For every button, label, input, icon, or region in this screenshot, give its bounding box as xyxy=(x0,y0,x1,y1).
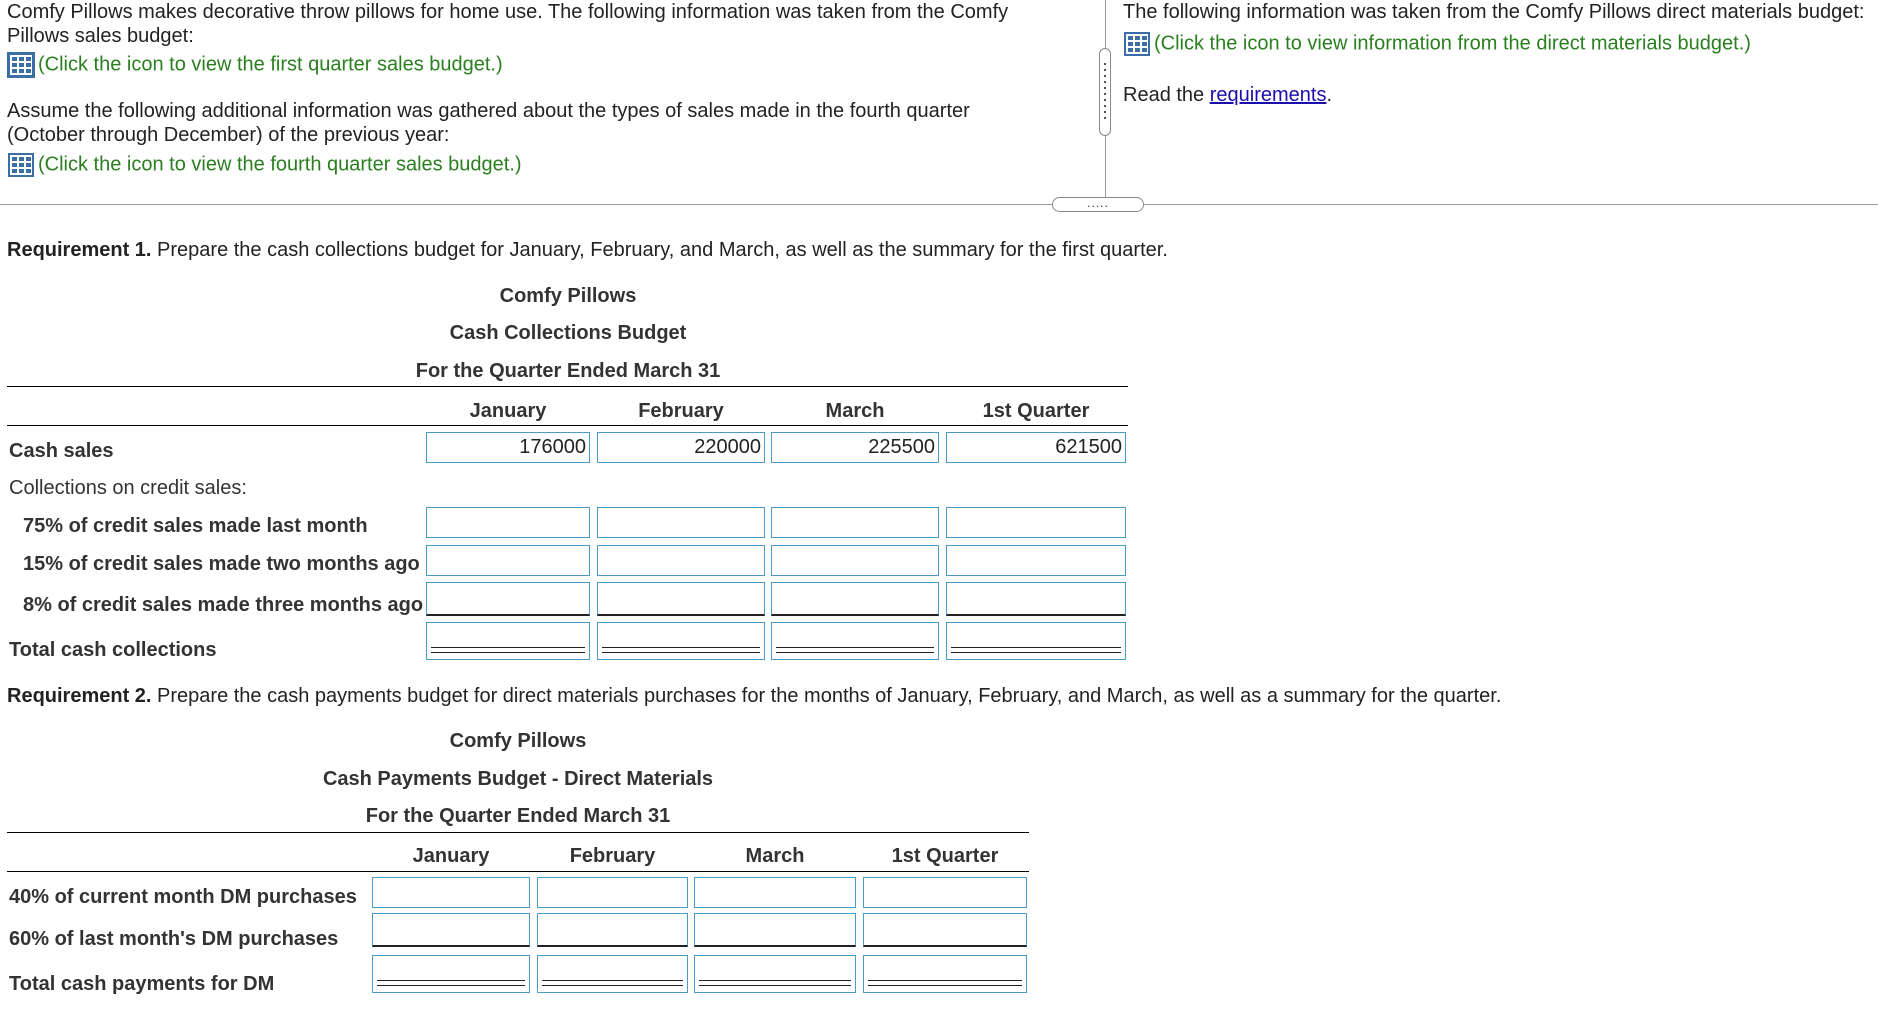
req1-company: Comfy Pillows xyxy=(499,285,637,307)
req1-col-february: February xyxy=(638,400,724,422)
total-dm-january-input[interactable] xyxy=(372,955,530,993)
req1-title: Cash Collections Budget xyxy=(449,322,687,344)
pct8-label: 8% of credit sales made three months ago xyxy=(23,594,424,616)
pct75-label: 75% of credit sales made last month xyxy=(23,515,368,537)
horizontal-divider xyxy=(0,204,1878,205)
req1-col-quarter: 1st Quarter xyxy=(982,400,1090,422)
pct75-march-input[interactable] xyxy=(771,507,939,538)
pct15-quarter-input[interactable] xyxy=(946,545,1126,576)
pct60-february-input[interactable] xyxy=(537,913,688,947)
pct40-quarter-input[interactable] xyxy=(863,877,1027,908)
req2-col-january: January xyxy=(412,845,490,867)
assume-text: Assume the following additional informat… xyxy=(7,100,970,146)
pct40-march-input[interactable] xyxy=(694,877,856,908)
pct60-label: 60% of last month's DM purchases xyxy=(9,928,339,950)
pct15-label: 15% of credit sales made two months ago xyxy=(23,553,420,575)
pct60-quarter-input[interactable] xyxy=(863,913,1027,947)
dm-budget-intro: The following information was taken from… xyxy=(1123,1,1865,23)
sales-budget-link[interactable]: (Click the icon to view the first quarte… xyxy=(7,52,503,78)
read-prefix: Read the xyxy=(1123,84,1210,106)
horizontal-splitter-handle[interactable]: ..... xyxy=(1052,197,1144,212)
cash-sales-quarter: 621500 xyxy=(946,432,1126,463)
pct8-march-input[interactable] xyxy=(771,582,939,616)
table-icon[interactable] xyxy=(8,153,34,177)
dm-budget-link[interactable]: (Click the icon to view information from… xyxy=(1124,32,1751,56)
req2-col-quarter: 1st Quarter xyxy=(891,845,999,867)
total-dm-march-input[interactable] xyxy=(694,955,856,993)
q4-budget-link[interactable]: (Click the icon to view the fourth quart… xyxy=(8,153,522,177)
dm-budget-link-text[interactable]: (Click the icon to view information from… xyxy=(1154,32,1751,54)
total-collections-march-input[interactable] xyxy=(771,622,939,660)
cash-sales-march: 225500 xyxy=(771,432,939,463)
req2-title: Cash Payments Budget - Direct Materials xyxy=(322,768,714,790)
pct15-march-input[interactable] xyxy=(771,545,939,576)
table-icon[interactable] xyxy=(1124,32,1150,56)
pct75-quarter-input[interactable] xyxy=(946,507,1126,538)
total-dm-february-input[interactable] xyxy=(537,955,688,993)
req1-col-january: January xyxy=(469,400,547,422)
req2-column-rule xyxy=(7,871,1029,872)
pct75-january-input[interactable] xyxy=(426,507,590,538)
sales-budget-intro: Comfy Pillows makes decorative throw pil… xyxy=(7,1,1009,47)
read-requirements: Read the requirements. xyxy=(1123,84,1332,107)
pct8-january-input[interactable] xyxy=(426,582,590,616)
collections-header: Collections on credit sales: xyxy=(9,477,247,499)
req2-header-rule xyxy=(7,832,1029,833)
table-icon[interactable] xyxy=(7,52,35,78)
requirements-link[interactable]: requirements xyxy=(1210,84,1327,106)
sales-budget-link-text[interactable]: (Click the icon to view the first quarte… xyxy=(38,53,503,75)
req1-period: For the Quarter Ended March 31 xyxy=(415,360,721,382)
pct15-january-input[interactable] xyxy=(426,545,590,576)
pct75-february-input[interactable] xyxy=(597,507,765,538)
cash-sales-january: 176000 xyxy=(426,432,590,463)
pct60-january-input[interactable] xyxy=(372,913,530,947)
total-collections-quarter-input[interactable] xyxy=(946,622,1126,660)
pct40-january-input[interactable] xyxy=(372,877,530,908)
req2-col-march: March xyxy=(745,845,805,867)
req1-column-rule xyxy=(7,425,1128,426)
total-dm-quarter-input[interactable] xyxy=(863,955,1027,993)
req1-header-rule xyxy=(7,386,1128,387)
total-dm-label: Total cash payments for DM xyxy=(9,973,275,995)
read-suffix: . xyxy=(1326,84,1333,106)
total-collections-label: Total cash collections xyxy=(9,639,217,661)
req2-instruction: Requirement 2. Prepare the cash payments… xyxy=(7,685,1501,708)
req2-col-february: February xyxy=(569,845,656,867)
req2-period: For the Quarter Ended March 31 xyxy=(365,805,671,827)
total-collections-february-input[interactable] xyxy=(597,622,765,660)
req1-col-march: March xyxy=(825,400,885,422)
pct40-february-input[interactable] xyxy=(537,877,688,908)
pct40-label: 40% of current month DM purchases xyxy=(9,886,357,908)
grip-dots-icon xyxy=(1104,63,1106,119)
pct8-february-input[interactable] xyxy=(597,582,765,616)
cash-sales-february: 220000 xyxy=(597,432,765,463)
pct8-quarter-input[interactable] xyxy=(946,582,1126,616)
req2-company: Comfy Pillows xyxy=(449,730,587,752)
pct60-march-input[interactable] xyxy=(694,913,856,947)
cash-sales-label: Cash sales xyxy=(9,440,114,462)
q4-budget-link-text[interactable]: (Click the icon to view the fourth quart… xyxy=(38,153,522,175)
vertical-splitter-handle[interactable] xyxy=(1099,48,1111,136)
req1-label: Requirement 1. xyxy=(7,239,152,261)
req1-text: Prepare the cash collections budget for … xyxy=(151,239,1168,261)
req2-text: Prepare the cash payments budget for dir… xyxy=(151,685,1502,707)
total-collections-january-input[interactable] xyxy=(426,622,590,660)
pct15-february-input[interactable] xyxy=(597,545,765,576)
req2-label: Requirement 2. xyxy=(7,685,152,707)
req1-instruction: Requirement 1. Prepare the cash collecti… xyxy=(7,239,1168,262)
